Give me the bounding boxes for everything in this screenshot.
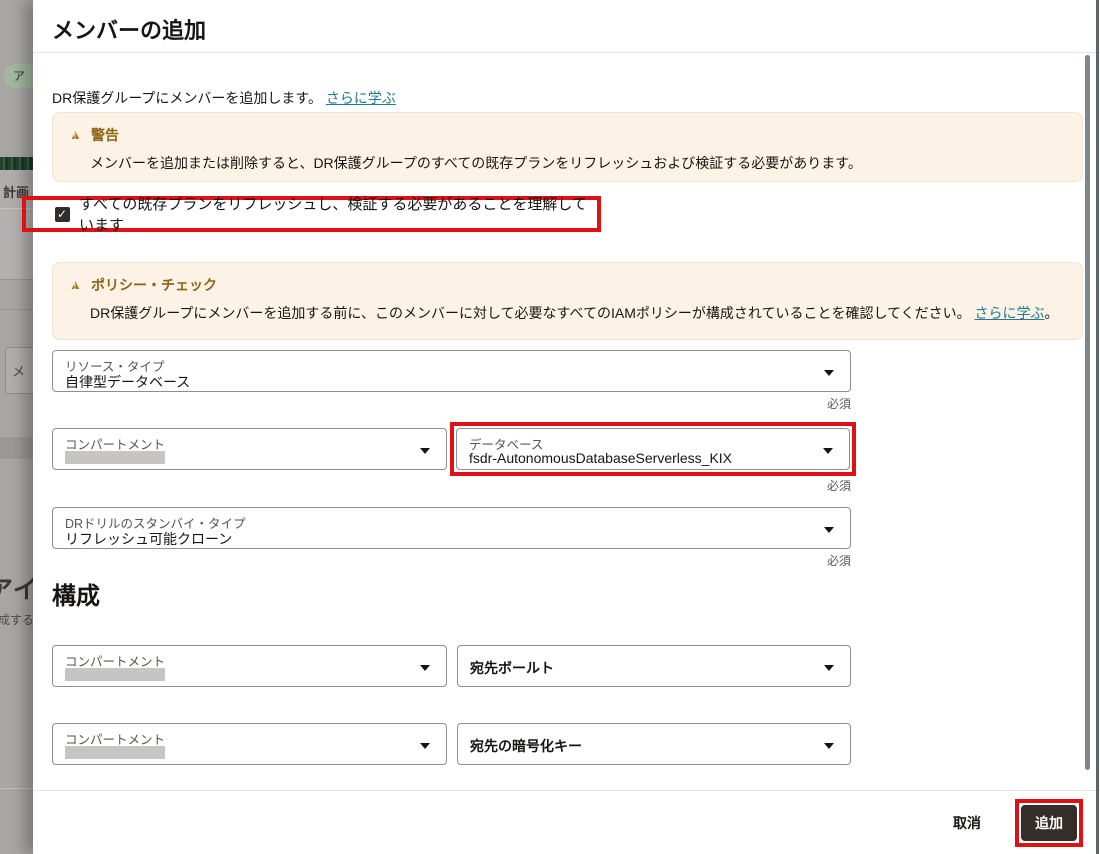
warning-banner-title: ▲! 警告 (69, 125, 1066, 145)
acknowledgement-label: すべての既存プランをリフレッシュし、検証する必要があることを理解しています (79, 196, 587, 234)
database-select[interactable]: データベース fsdr-AutonomousDatabaseServerless… (456, 428, 850, 470)
background-divider (0, 788, 33, 789)
policy-message-text: DR保護グループにメンバーを追加する前に、このメンバーに対して必要なすべてのIA… (90, 305, 971, 321)
background-image-fragment (0, 157, 33, 170)
cancel-button[interactable]: 取消 (943, 807, 991, 839)
background-page-overlay: ア 計画 メ アイ 成する (0, 0, 33, 854)
chevron-down-icon (824, 665, 834, 671)
drill-standby-type-select[interactable]: DRドリルのスタンバイ・タイプ リフレッシュ可能クローン (52, 507, 851, 549)
destination-vault-select[interactable]: 宛先ボールト (457, 645, 851, 687)
warning-triangle-icon: ▲! (69, 277, 82, 292)
policy-message-suffix: 。 (1044, 305, 1059, 321)
policy-learn-more-link[interactable]: さらに学ぶ (975, 305, 1045, 321)
background-field-fragment: メ (5, 347, 33, 394)
background-divider (0, 309, 33, 310)
drill-standby-type-value: リフレッシュ可能クローン (65, 531, 233, 547)
policy-title-text: ポリシー・チェック (91, 277, 217, 293)
chevron-down-icon (420, 743, 430, 749)
chevron-down-icon (824, 370, 834, 376)
background-divider (0, 279, 33, 280)
destination-encryption-key-label: 宛先の暗号化キー (470, 738, 582, 754)
warning-banner: ▲! 警告 メンバーを追加または削除すると、DR保護グループのすべての既存プラン… (52, 112, 1083, 182)
background-field-label-fragment: メ (12, 364, 26, 379)
background-caption-fragment: 成する (0, 613, 33, 627)
add-button[interactable]: 追加 (1021, 804, 1077, 841)
destination-encryption-key-select[interactable]: 宛先の暗号化キー (457, 723, 851, 765)
annotation-acknowledgement-highlight: すべての既存プランをリフレッシュし、検証する必要があることを理解しています (22, 196, 601, 234)
chevron-down-icon (420, 448, 430, 454)
window-edge (1096, 0, 1099, 854)
scrollbar-thumb[interactable] (1085, 55, 1090, 770)
warning-title-text: 警告 (91, 127, 119, 143)
vault-compartment-select[interactable]: コンパートメント (52, 645, 447, 687)
chevron-down-icon (420, 665, 430, 671)
dialog-title: メンバーの追加 (52, 18, 207, 43)
database-value: fsdr-AutonomousDatabaseServerless_KIX (469, 450, 733, 466)
redacted-compartment-value (65, 746, 165, 759)
dialog-description: DR保護グループにメンバーを追加します。 さらに学ぶ (52, 88, 396, 108)
status-badge: ア (4, 64, 33, 88)
redacted-compartment-value (65, 451, 165, 464)
resource-type-select[interactable]: リソース・タイプ 自律型データベース (52, 350, 851, 392)
warning-message: メンバーを追加または削除すると、DR保護グループのすべての既存プランをリフレッシ… (90, 155, 862, 171)
required-hint: 必須 (826, 479, 851, 493)
add-member-dialog: メンバーの追加 DR保護グループにメンバーを追加します。 さらに学ぶ ▲! 警告… (22, 0, 1100, 854)
annotation-database-highlight: データベース fsdr-AutonomousDatabaseServerless… (450, 422, 856, 476)
chevron-down-icon (823, 448, 833, 454)
configuration-section-heading: 構成 (52, 583, 100, 610)
chevron-down-icon (824, 743, 834, 749)
destination-vault-label: 宛先ボールト (470, 660, 554, 676)
annotation-add-button-highlight: 追加 (1015, 798, 1083, 847)
background-heading-fragment: アイ (0, 576, 33, 604)
required-hint: 必須 (826, 397, 851, 411)
learn-more-link[interactable]: さらに学ぶ (326, 90, 396, 106)
policy-banner-title: ▲! ポリシー・チェック (69, 275, 1066, 295)
description-text: DR保護グループにメンバーを追加します。 (52, 90, 322, 106)
warning-triangle-icon: ▲! (69, 127, 82, 142)
key-compartment-select[interactable]: コンパートメント (52, 723, 447, 765)
resource-type-value: 自律型データベース (65, 374, 191, 390)
dialog-footer: 取消 追加 (33, 790, 1100, 854)
redacted-compartment-value (65, 668, 165, 681)
required-hint: 必須 (826, 554, 851, 568)
background-block-fragment (0, 437, 33, 459)
chevron-down-icon (824, 527, 834, 533)
policy-message: DR保護グループにメンバーを追加する前に、このメンバーに対して必要なすべてのIA… (90, 303, 1066, 323)
member-compartment-select[interactable]: コンパートメント (52, 428, 447, 470)
dialog-header: メンバーの追加 (33, 0, 1100, 53)
policy-check-banner: ▲! ポリシー・チェック DR保護グループにメンバーを追加する前に、このメンバー… (52, 262, 1083, 340)
acknowledgement-checkbox[interactable] (55, 206, 70, 222)
screenshot-root: ア 計画 メ アイ 成する メンバーの追加 DR保護グループにメンバーを追加しま… (0, 0, 1100, 854)
